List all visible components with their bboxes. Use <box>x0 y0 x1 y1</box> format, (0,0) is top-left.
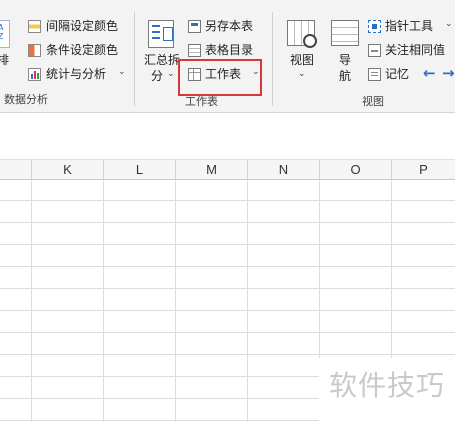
grid-line <box>0 310 455 311</box>
summary-split-icon <box>148 20 174 48</box>
formula-bar-area[interactable] <box>0 113 455 160</box>
navigation-button[interactable]: 导 航 <box>328 18 362 88</box>
grid-line <box>0 288 455 289</box>
conditional-color-label: 条件设定颜色 <box>46 43 119 57</box>
memory-label: 记忆 <box>385 67 410 81</box>
grid-line <box>247 180 248 422</box>
group-separator <box>134 12 135 106</box>
save-sheet-label: 另存本表 <box>205 19 254 33</box>
navigation-label-line2: 航 <box>339 69 352 83</box>
view-caret: ⌄ <box>298 69 306 79</box>
forward-arrow-icon[interactable]: → <box>442 64 455 82</box>
view-group-label: 视图 <box>362 95 384 108</box>
sheet-directory-icon <box>188 44 201 57</box>
focus-same-value-icon <box>368 44 381 57</box>
summary-split-caret: ⌄ <box>167 69 175 79</box>
sort-icon[interactable]: AZ <box>0 20 10 48</box>
grid-line <box>31 180 32 422</box>
grid-line <box>0 244 455 245</box>
column-header-o[interactable]: O <box>320 160 392 180</box>
sort-button-label[interactable]: 排 <box>0 53 9 68</box>
navigation-icon <box>331 20 359 46</box>
column-header-p[interactable]: P <box>392 160 455 180</box>
worksheet-highlight-box <box>178 59 262 96</box>
grid-line <box>0 332 455 333</box>
interval-color-label: 间隔设定颜色 <box>46 19 119 33</box>
grid-line <box>0 200 455 201</box>
statistics-icon <box>28 68 41 81</box>
grid-line <box>0 222 455 223</box>
navigation-label-line1: 导 <box>339 53 352 67</box>
interval-color-icon <box>28 20 41 33</box>
pointer-tool-icon <box>368 20 381 33</box>
statistics-label: 统计与分析 <box>46 67 107 81</box>
row-header-corner[interactable] <box>0 160 32 180</box>
summary-split-label-line1: 汇总拆 <box>144 53 181 67</box>
summary-split-button[interactable]: 汇总拆 分 ⌄ <box>142 18 182 88</box>
save-sheet-icon <box>188 20 201 33</box>
memory-icon <box>368 68 381 81</box>
grid-line <box>0 266 455 267</box>
grid-line <box>0 354 455 355</box>
column-header-m[interactable]: M <box>176 160 248 180</box>
pointer-tool-caret[interactable]: ⌄ <box>445 19 453 29</box>
worksheet-group-label: 工作表 <box>185 95 218 108</box>
statistics-caret[interactable]: ⌄ <box>118 67 126 77</box>
group-separator <box>272 12 273 106</box>
grid-line <box>175 180 176 422</box>
summary-split-label-line2: 分 <box>151 69 164 83</box>
column-header-n[interactable]: N <box>248 160 320 180</box>
data-analysis-group-label: 数据分析 <box>4 93 48 106</box>
grid-line <box>103 180 104 422</box>
view-button[interactable]: 视图 ⌄ <box>282 18 322 88</box>
sheet-directory-label: 表格目录 <box>205 43 254 57</box>
pointer-tool-label: 指针工具 <box>385 19 434 33</box>
column-header-k[interactable]: K <box>32 160 104 180</box>
view-label: 视图 <box>290 53 315 67</box>
view-icon <box>287 20 317 48</box>
back-arrow-icon[interactable]: ← <box>423 64 436 82</box>
ribbon: AZ 排 间隔设定颜色 条件设定颜色 统计与分析 ⌄ 数据分析 汇总拆 分 ⌄ <box>0 0 455 113</box>
focus-same-value-label: 关注相同值 <box>385 43 446 57</box>
watermark: 软件技巧 <box>319 358 455 422</box>
column-header-l[interactable]: L <box>104 160 176 180</box>
conditional-color-icon <box>28 44 41 57</box>
